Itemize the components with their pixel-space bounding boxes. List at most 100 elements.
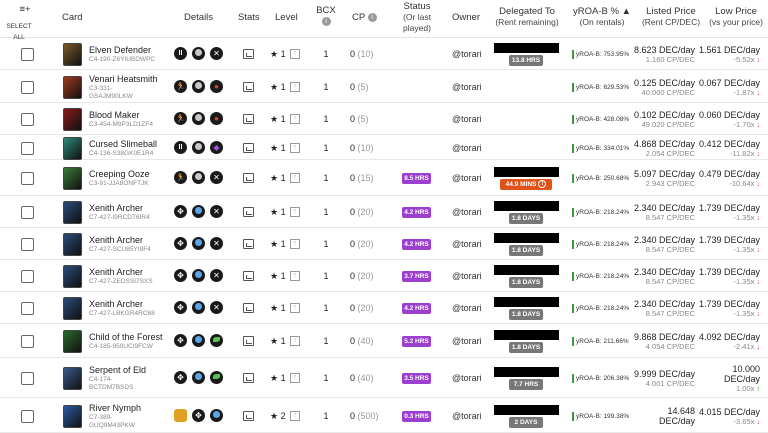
cross-icon[interactable]: ✕ [210,237,223,250]
card-name[interactable]: Serpent of Eld [89,365,146,375]
upgrade-icon[interactable]: ↑ [290,410,300,421]
row-select-checkbox[interactable] [21,409,34,423]
fire-element-icon[interactable]: ● [210,112,223,125]
header-bcx[interactable]: BCX i [316,5,336,27]
card-name[interactable]: Child of the Forest [89,332,163,342]
card-name[interactable]: Blood Maker [89,110,140,120]
card-name[interactable]: Xenith Archer [89,203,143,213]
upgrade-icon[interactable]: ↑ [290,207,300,217]
owner-link[interactable]: @torari [452,49,482,59]
owner-link[interactable]: @torari [452,82,482,92]
stats-icon[interactable] [243,81,254,92]
owner-link[interactable]: @torari [452,143,482,153]
table-row[interactable]: Xenith Archer C7-427-SCU85YI8F4 ✥ ✕ ★ 1 ↑ 1 0 (… [0,228,768,260]
header-cp[interactable]: CP i [352,12,377,23]
pause-icon[interactable]: II [174,140,187,154]
listed-price[interactable]: 9.868 DEC/day 4.054 CP/DEC [634,332,695,352]
header-card[interactable]: Card [62,12,83,23]
table-row[interactable]: Venari Heatsmith C3-331- GSAJM90LKW 🏃 ● ★ 1 ↑ 1… [0,70,768,103]
gold-foil-icon[interactable] [174,408,187,422]
card-thumbnail[interactable] [63,297,82,320]
row-select-checkbox[interactable] [21,80,34,94]
stats-icon[interactable] [243,114,254,124]
info-icon[interactable]: i [321,16,331,26]
cross-icon[interactable]: ✕ [210,301,223,314]
water-element-icon[interactable] [192,237,205,250]
runner-icon[interactable]: 🏃 [174,112,187,125]
table-row[interactable]: River Nymph C7-389- GUQ9M43PKW ✥ ★ 2 ↑ 1 0 (500… [0,398,768,433]
card-thumbnail[interactable] [63,136,82,160]
header-status[interactable]: Status (Or last played) [396,1,438,34]
stats-icon[interactable] [243,207,254,217]
water-element-icon[interactable] [192,205,205,218]
fire-element-icon[interactable]: ● [210,79,223,93]
card-thumbnail[interactable] [63,233,82,256]
listed-price[interactable]: 9.999 DEC/day 4.001 CP/DEC [634,369,695,389]
death-element-icon[interactable]: ◆ [210,140,223,154]
card-thumbnail[interactable] [63,167,82,190]
table-row[interactable]: Child of the Forest C4-185-959UCI9FCW ✥ ★ 1… [0,324,768,358]
stats-icon[interactable] [243,271,254,281]
move-icon[interactable]: ✥ [192,408,205,422]
column-menu-icon[interactable]: ≡+ [14,4,36,15]
row-select-checkbox[interactable] [21,302,34,315]
card-name[interactable]: Elven Defender [89,45,151,55]
move-icon[interactable]: ✥ [174,237,187,250]
card-thumbnail[interactable] [63,404,82,428]
move-icon[interactable]: ✥ [174,269,187,282]
upgrade-icon[interactable]: ↑ [290,114,300,124]
table-row[interactable]: Creeping Ooze C3-91-JJA8ONFTJK 🏃 ✕ ★ 1 ↑ 1 0 (1… [0,160,768,196]
card-thumbnail[interactable] [63,43,82,66]
earth-element-icon[interactable] [210,334,223,347]
table-row[interactable]: Elven Defender C4-190-Z6YIUBDWPC II ✕ ★ 1 ↑ 1 0… [0,38,768,70]
cross-icon[interactable]: ✕ [210,171,223,184]
stats-icon[interactable] [243,303,254,313]
table-row[interactable]: Blood Maker C3-454-M9P3LD1ZF4 🏃 ● ★ 1 ↑ 1 0 (5)… [0,103,768,135]
stats-icon[interactable] [243,142,254,153]
listed-price[interactable]: 2.340 DEC/day 8.547 CP/DEC [634,235,695,255]
upgrade-icon[interactable]: ↑ [290,336,300,346]
listed-price[interactable]: 0.125 DEC/day 40.000 CP/DEC [634,78,695,98]
header-yroa[interactable]: yROA-B % ▲ (On rentals) [570,6,634,28]
card-name[interactable]: Venari Heatsmith [89,74,158,84]
stats-icon[interactable] [243,173,254,183]
owner-link[interactable]: @torari [452,271,482,281]
stats-icon[interactable] [243,239,254,249]
stats-icon[interactable] [243,336,254,346]
listed-price[interactable]: 2.340 DEC/day 8.547 CP/DEC [634,299,695,319]
cross-icon[interactable]: ✕ [210,205,223,218]
header-stats[interactable]: Stats [238,12,260,23]
listed-price[interactable]: 2.340 DEC/day 8.547 CP/DEC [634,267,695,287]
move-icon[interactable]: ✥ [174,205,187,218]
neutral-element-icon[interactable] [192,79,205,93]
header-level[interactable]: Level [275,12,298,23]
card-thumbnail[interactable] [63,201,82,224]
card-name[interactable]: Xenith Archer [89,267,143,277]
upgrade-icon[interactable]: ↑ [290,49,300,59]
card-thumbnail[interactable] [63,330,82,353]
owner-link[interactable]: @torari [452,336,482,346]
water-element-icon[interactable] [192,334,205,347]
upgrade-icon[interactable]: ↑ [290,271,300,281]
row-select-checkbox[interactable] [21,141,34,155]
cross-icon[interactable]: ✕ [210,47,223,60]
row-select-checkbox[interactable] [21,270,34,283]
move-icon[interactable]: ✥ [174,301,187,314]
row-select-checkbox[interactable] [21,206,34,219]
owner-link[interactable]: @torari [452,411,482,421]
upgrade-icon[interactable]: ↑ [290,173,300,183]
table-row[interactable]: Cursed Slimeball C4-136-S38GK0E1R4 II ◆ ★ 1 ↑… [0,135,768,160]
owner-link[interactable]: @torari [452,173,482,183]
listed-price[interactable]: 5.097 DEC/day 2.943 CP/DEC [634,169,695,189]
earth-element-icon[interactable] [210,371,223,384]
row-select-checkbox[interactable] [21,372,34,385]
row-select-checkbox[interactable] [21,113,34,126]
card-name[interactable]: Creeping Ooze [89,169,150,179]
listed-price[interactable]: 0.102 DEC/day 49.020 CP/DEC [634,110,695,130]
owner-link[interactable]: @torari [452,207,482,217]
owner-link[interactable]: @torari [452,303,482,313]
owner-link[interactable]: @torari [452,114,482,124]
table-row[interactable]: Xenith Archer C7-427-ZEDSSI7SXS ✥ ✕ ★ 1 ↑ 1 0 (… [0,260,768,292]
card-thumbnail[interactable] [63,75,82,99]
card-thumbnail[interactable] [63,108,82,131]
